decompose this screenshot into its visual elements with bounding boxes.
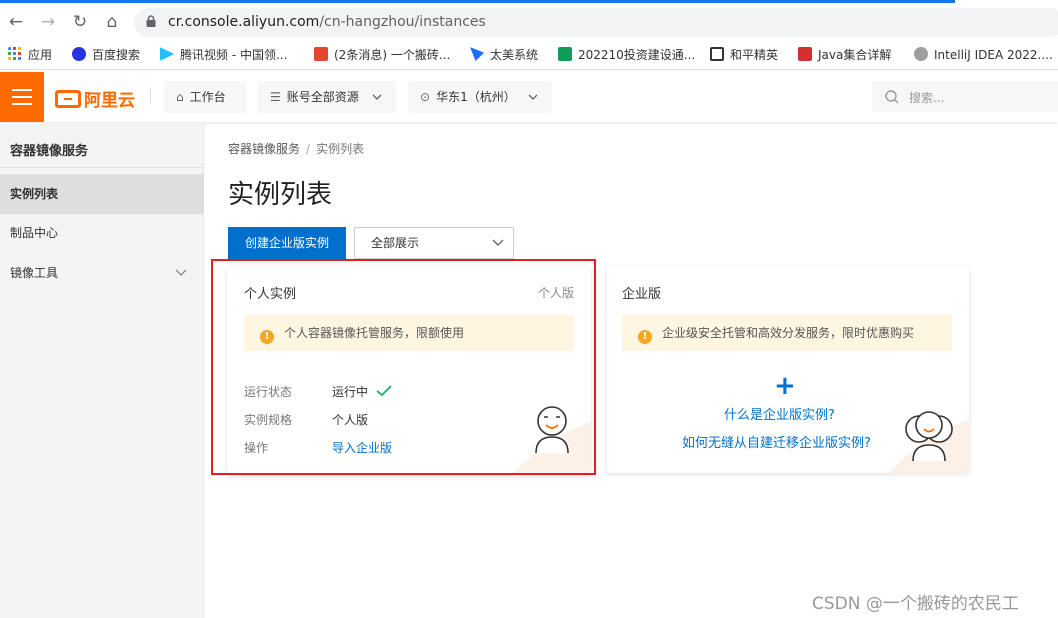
menu-icon[interactable] bbox=[0, 72, 44, 122]
sidebar-item-image-tools[interactable]: 镜像工具 bbox=[0, 253, 204, 293]
bookmark-java[interactable]: Java集合详解 bbox=[798, 46, 891, 64]
lock-icon bbox=[146, 15, 156, 27]
bookmark-sheet[interactable]: 202210投资建设通... bbox=[558, 46, 695, 64]
workbench-button[interactable]: ⌂ 工作台 bbox=[164, 81, 246, 113]
check-icon bbox=[376, 385, 392, 397]
home-icon[interactable]: ⌂ bbox=[100, 10, 124, 34]
page-title: 实例列表 bbox=[228, 180, 333, 210]
breadcrumb: 容器镜像服务 / 实例列表 bbox=[228, 142, 365, 156]
aliyun-logo-icon bbox=[55, 89, 81, 108]
bookmark-baidu[interactable]: 百度搜索 bbox=[72, 46, 140, 64]
forward-icon[interactable]: → bbox=[36, 10, 60, 34]
sidebar-item-artifacts[interactable]: 制品中心 bbox=[0, 213, 204, 253]
csdn-c-icon bbox=[314, 47, 328, 61]
console-topbar: 阿里云 ⌂ 工作台 ☰ 账号全部资源 ⊙ 华东1（杭州） 搜索... bbox=[0, 72, 1058, 122]
bookmark-csdn-messages[interactable]: (2条消息) 一个搬砖... bbox=[314, 46, 450, 64]
create-enterprise-instance-button[interactable]: 创建企业版实例 bbox=[228, 227, 346, 259]
browser-toolbar: ← → ↻ ⌂ cr.console.aliyun.com/cn-hangzho… bbox=[0, 4, 1058, 40]
home-icon: ⌂ bbox=[176, 90, 184, 104]
search-icon bbox=[885, 90, 899, 104]
url-host: cr.console.aliyun.com bbox=[168, 14, 320, 30]
bookmarks-bar: 应用 百度搜索 腾讯视频 - 中国领... (2条消息) 一个搬砖... 太美系… bbox=[0, 40, 1058, 70]
aliyun-logo[interactable]: 阿里云 bbox=[55, 86, 135, 111]
filter-select[interactable]: 全部展示 bbox=[354, 227, 514, 259]
chevron-down-icon bbox=[372, 94, 382, 100]
spec-value: 个人版 bbox=[332, 413, 369, 427]
import-enterprise-link[interactable]: 导入企业版 bbox=[332, 439, 392, 456]
bookmark-taimei[interactable]: 太美系统 bbox=[470, 46, 538, 64]
breadcrumb-item-current: 实例列表 bbox=[316, 142, 365, 156]
status-value: 运行中 bbox=[332, 383, 392, 400]
intellij-icon bbox=[914, 47, 928, 61]
csdn-c-icon bbox=[798, 47, 812, 61]
spec-label: 实例规格 bbox=[244, 413, 293, 427]
back-icon[interactable]: ← bbox=[4, 10, 28, 34]
bookmark-tencent-video[interactable]: 腾讯视频 - 中国领... bbox=[160, 46, 287, 64]
chevron-down-icon bbox=[492, 239, 504, 246]
watermark: CSDN @一个搬砖的农民工 bbox=[812, 594, 1019, 614]
what-is-enterprise-link[interactable]: 什么是企业版实例? bbox=[724, 404, 835, 423]
edition-tag: 个人版 bbox=[537, 286, 574, 300]
sidebar-item-instances[interactable]: 实例列表 bbox=[0, 174, 204, 214]
divider bbox=[150, 89, 151, 105]
region-dropdown[interactable]: ⊙ 华东1（杭州） bbox=[408, 81, 552, 113]
chevron-down-icon bbox=[175, 269, 187, 276]
resources-dropdown[interactable]: ☰ 账号全部资源 bbox=[258, 81, 396, 113]
bookmark-intellij[interactable]: IntelliJ IDEA 2022.... bbox=[914, 46, 1053, 64]
search-input[interactable]: 搜索... bbox=[872, 82, 1058, 112]
notice-banner: ! 个人容器镜像托管服务，限额使用 bbox=[244, 315, 574, 351]
chevron-down-icon bbox=[528, 94, 538, 100]
apps-grid-icon bbox=[8, 47, 21, 60]
card-title: 企业版 bbox=[622, 287, 662, 302]
taimei-arrow-icon bbox=[470, 47, 484, 61]
breadcrumb-item-service[interactable]: 容器镜像服务 bbox=[228, 142, 300, 156]
personal-instance-card: 个人实例 个人版 ! 个人容器镜像托管服务，限额使用 运行状态 运行中 实例规格 … bbox=[227, 267, 591, 475]
bookmark-apps[interactable]: 应用 bbox=[8, 46, 52, 64]
tencent-video-icon bbox=[160, 47, 174, 61]
baidu-paw-icon bbox=[72, 47, 86, 61]
stack-icon: ☰ bbox=[270, 90, 281, 104]
warning-icon: ! bbox=[260, 330, 274, 344]
url-path: /cn-hangzhou/instances bbox=[319, 14, 486, 30]
action-label: 操作 bbox=[244, 441, 269, 455]
notice-banner: ! 企业级安全托管和高效分发服务，限时优惠购买 bbox=[622, 315, 952, 351]
divider bbox=[0, 167, 204, 168]
address-bar[interactable]: cr.console.aliyun.com/cn-hangzhou/instan… bbox=[134, 8, 1058, 37]
add-enterprise-icon[interactable]: + bbox=[774, 373, 796, 399]
warning-icon: ! bbox=[638, 330, 652, 344]
sheets-icon bbox=[558, 47, 572, 61]
sidebar-title: 容器镜像服务 bbox=[10, 144, 89, 159]
status-label: 运行状态 bbox=[244, 385, 293, 399]
location-pin-icon: ⊙ bbox=[420, 90, 431, 104]
reload-icon[interactable]: ↻ bbox=[68, 10, 92, 34]
window-icon bbox=[710, 47, 724, 61]
card-title: 个人实例 bbox=[244, 287, 297, 302]
migration-guide-link[interactable]: 如何无缝从自建迁移企业版实例? bbox=[682, 432, 871, 451]
sidebar: 容器镜像服务 实例列表 制品中心 镜像工具 bbox=[0, 124, 204, 618]
bookmark-heping[interactable]: 和平精英 bbox=[710, 46, 778, 64]
user-avatar-illustration-icon bbox=[512, 406, 591, 475]
team-illustration-icon bbox=[889, 411, 969, 473]
